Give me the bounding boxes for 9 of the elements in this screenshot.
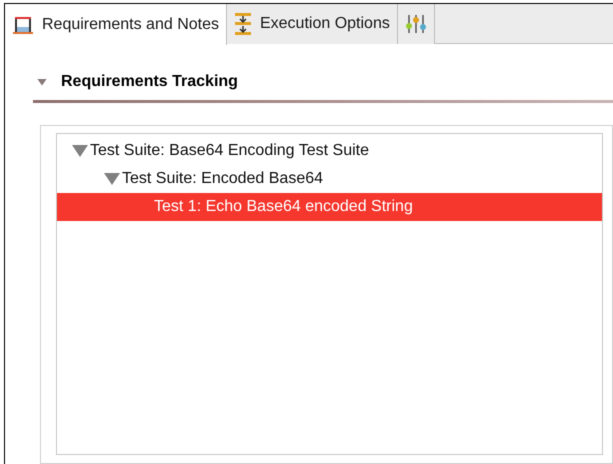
sliders-icon xyxy=(404,13,427,35)
tab[interactable]: Execution Options xyxy=(226,4,398,44)
tree-item[interactable]: Test Suite: Base64 Encoding Test Suite xyxy=(57,137,602,165)
section-title: Requirements Tracking xyxy=(61,72,238,92)
tab[interactable] xyxy=(398,4,435,44)
arrows-icon xyxy=(234,12,252,36)
tree-item[interactable]: Test 1: Echo Base64 encoded String xyxy=(57,193,602,221)
tab[interactable]: Requirements and Notes xyxy=(5,4,227,45)
tree-item[interactable]: Test Suite: Encoded Base64 xyxy=(57,165,602,193)
